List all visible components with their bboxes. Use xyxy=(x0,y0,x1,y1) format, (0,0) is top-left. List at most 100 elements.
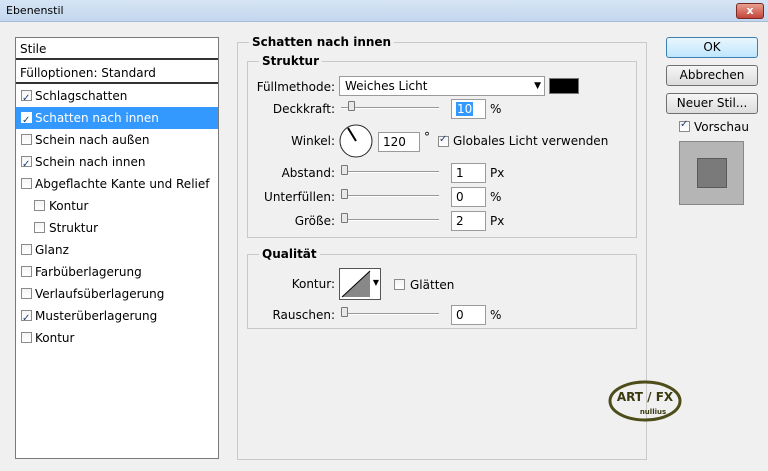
contour-preview-icon xyxy=(341,270,371,298)
style-item-label: Farbüberlagerung xyxy=(35,265,142,279)
contour-sub-checkbox[interactable] xyxy=(34,200,45,211)
chevron-down-icon: ▼ xyxy=(372,278,379,287)
style-item-label: Schein nach innen xyxy=(35,155,146,169)
style-item-satin[interactable]: Glanz xyxy=(16,239,218,261)
quality-title: Qualität xyxy=(259,247,320,261)
style-list-header: Stile xyxy=(16,38,218,60)
style-item-label: Kontur xyxy=(49,199,89,213)
contour-label: Kontur: xyxy=(291,277,335,291)
stroke-checkbox[interactable] xyxy=(21,332,32,343)
distance-value: 1 xyxy=(456,166,464,180)
texture-sub-checkbox[interactable] xyxy=(34,222,45,233)
angle-dial-icon[interactable] xyxy=(338,123,374,159)
inner-glow-checkbox[interactable] xyxy=(21,154,32,176)
style-item-color-overlay[interactable]: Farbüberlagerung xyxy=(16,261,218,283)
opacity-value: 10 xyxy=(456,102,474,116)
inner-shadow-checkbox[interactable] xyxy=(21,110,32,132)
bevel-emboss-checkbox[interactable] xyxy=(21,178,32,189)
style-item-texture-sub[interactable]: Struktur xyxy=(16,217,218,239)
style-item-inner-glow[interactable]: Schein nach innen xyxy=(16,151,218,176)
style-item-inner-shadow[interactable]: Schatten nach innen xyxy=(16,107,218,132)
style-item-label: Musterüberlagerung xyxy=(35,309,158,323)
style-item-label: Abgeflachte Kante und Relief xyxy=(35,177,210,191)
antialias-checkbox[interactable] xyxy=(394,279,405,290)
noise-slider-track[interactable] xyxy=(341,313,439,315)
blending-options-label: Fülloptionen: Standard xyxy=(20,66,156,80)
panel-title: Schatten nach innen xyxy=(249,35,395,49)
opacity-input[interactable]: 10 xyxy=(451,99,486,119)
size-value: 2 xyxy=(456,214,464,228)
size-slider-track[interactable] xyxy=(341,219,439,221)
style-item-pattern-overlay[interactable]: Musterüberlagerung xyxy=(16,305,218,330)
style-item-gradient-overlay[interactable]: Verlaufsüberlagerung xyxy=(16,283,218,305)
new-style-button[interactable]: Neuer Stil... xyxy=(666,93,758,114)
style-item-outer-glow[interactable]: Schein nach außen xyxy=(16,129,218,151)
style-item-contour-sub[interactable]: Kontur xyxy=(16,195,218,217)
angle-value: 120 xyxy=(383,135,406,149)
style-item-drop-shadow[interactable]: Schlagschatten xyxy=(16,85,218,110)
ok-button[interactable]: OK xyxy=(666,37,758,58)
angle-input[interactable]: 120 xyxy=(378,132,420,152)
noise-input[interactable]: 0 xyxy=(451,305,486,325)
noise-unit: % xyxy=(490,308,502,322)
global-light-label: Globales Licht verwenden xyxy=(453,134,609,148)
style-item-label: Glanz xyxy=(35,243,69,257)
size-label: Größe: xyxy=(294,214,335,228)
noise-label: Rauschen: xyxy=(272,308,335,322)
layer-style-dialog: Ebenenstil x Stile Fülloptionen: Standar… xyxy=(0,0,768,471)
style-list-header-label: Stile xyxy=(20,42,47,56)
drop-shadow-checkbox[interactable] xyxy=(21,88,32,110)
choke-label: Unterfüllen: xyxy=(264,190,335,204)
close-button[interactable]: x xyxy=(736,3,764,19)
size-slider-thumb[interactable] xyxy=(341,213,348,223)
blending-options-item[interactable]: Fülloptionen: Standard xyxy=(16,62,218,84)
distance-unit: Px xyxy=(490,166,505,180)
noise-slider-thumb[interactable] xyxy=(341,307,348,317)
style-item-label: Struktur xyxy=(49,221,99,235)
cancel-button[interactable]: Abbrechen xyxy=(666,65,758,86)
distance-label: Abstand: xyxy=(281,166,335,180)
angle-unit: ° xyxy=(424,130,430,144)
style-preview-swatch xyxy=(697,158,727,188)
style-item-label: Kontur xyxy=(35,331,75,345)
pattern-overlay-checkbox[interactable] xyxy=(21,308,32,330)
logo-text-main: ART / FX xyxy=(617,390,674,404)
choke-unit: % xyxy=(490,190,502,204)
size-unit: Px xyxy=(490,214,505,228)
style-item-label: Schein nach außen xyxy=(35,133,150,147)
distance-slider-track[interactable] xyxy=(341,171,439,173)
outer-glow-checkbox[interactable] xyxy=(21,134,32,145)
window-title: Ebenenstil xyxy=(6,4,64,17)
global-light-checkbox[interactable] xyxy=(438,134,449,147)
distance-input[interactable]: 1 xyxy=(451,163,486,183)
style-item-label: Verlaufsüberlagerung xyxy=(35,287,165,301)
style-list: Stile Fülloptionen: Standard Schlagschat… xyxy=(15,37,219,459)
blend-mode-value: Weiches Licht xyxy=(345,79,428,93)
angle-label: Winkel: xyxy=(291,134,335,148)
opacity-slider-thumb[interactable] xyxy=(348,101,355,111)
contour-picker[interactable]: ▼ xyxy=(339,268,381,300)
color-overlay-checkbox[interactable] xyxy=(21,266,32,277)
choke-slider-thumb[interactable] xyxy=(341,189,348,199)
style-item-bevel-emboss[interactable]: Abgeflachte Kante und Relief xyxy=(16,173,218,195)
style-item-stroke[interactable]: Kontur xyxy=(16,327,218,349)
title-bar[interactable]: Ebenenstil x xyxy=(0,0,768,22)
choke-input[interactable]: 0 xyxy=(451,187,486,207)
style-preview xyxy=(679,141,744,205)
preview-checkbox[interactable] xyxy=(679,119,690,132)
noise-value: 0 xyxy=(456,308,464,322)
gradient-overlay-checkbox[interactable] xyxy=(21,288,32,299)
logo-text-sub: nullius xyxy=(640,408,666,416)
opacity-slider-track[interactable] xyxy=(341,107,439,109)
chevron-down-icon: ▼ xyxy=(534,81,541,91)
distance-slider-thumb[interactable] xyxy=(341,165,348,175)
choke-value: 0 xyxy=(456,190,464,204)
satin-checkbox[interactable] xyxy=(21,244,32,255)
style-item-label: Schatten nach innen xyxy=(35,111,159,125)
size-input[interactable]: 2 xyxy=(451,211,486,231)
antialias-label: Glätten xyxy=(410,278,455,292)
blend-mode-select[interactable]: Weiches Licht ▼ xyxy=(339,76,545,96)
style-item-label: Schlagschatten xyxy=(35,89,128,103)
shadow-color-swatch[interactable] xyxy=(549,78,579,94)
choke-slider-track[interactable] xyxy=(341,195,439,197)
